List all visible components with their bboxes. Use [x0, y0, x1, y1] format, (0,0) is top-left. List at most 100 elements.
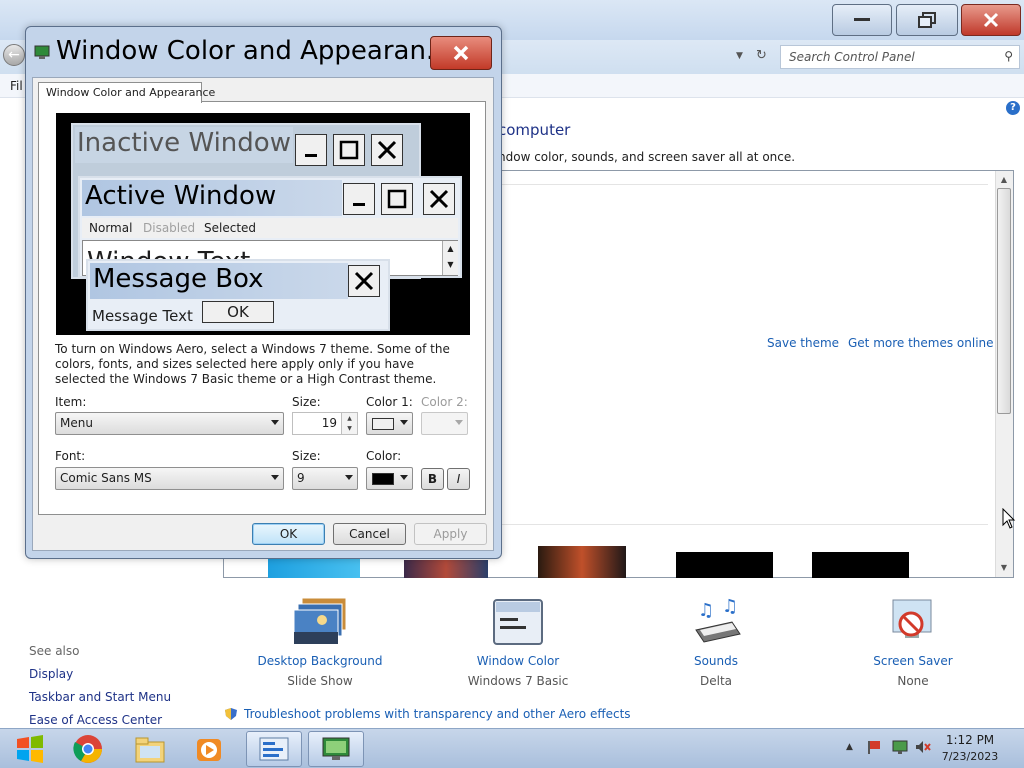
color2-label: Color 2:: [421, 395, 468, 409]
search-placeholder: Search Control Panel: [789, 50, 915, 64]
see-also-ease-of-access-link[interactable]: Ease of Access Center: [29, 713, 162, 727]
ok-button[interactable]: OK: [252, 523, 325, 545]
troubleshoot-aero-link[interactable]: Troubleshoot problems with transparency …: [244, 707, 631, 721]
close-icon: [453, 45, 469, 61]
font-select-value: Comic Sans MS: [60, 471, 152, 485]
theme-thumbnail[interactable]: [812, 552, 909, 578]
address-dropdown-icon[interactable]: ▼: [736, 51, 743, 61]
preview-maximize-icon: [333, 134, 365, 166]
control-panel-taskbar-button[interactable]: [246, 731, 302, 767]
preview-menu-disabled: Disabled: [143, 221, 196, 235]
spin-down-icon[interactable]: ▼: [341, 423, 357, 434]
chrome-taskbar-button[interactable]: [60, 731, 116, 767]
chrome-icon: [73, 735, 102, 763]
item-select[interactable]: Menu: [55, 412, 284, 435]
display-settings-icon: [322, 737, 350, 760]
clock-date[interactable]: 7/23/2023: [935, 750, 1005, 763]
see-also-display-link[interactable]: Display: [29, 667, 73, 681]
theme-thumbnail[interactable]: [676, 552, 773, 578]
sounds-option[interactable]: ♫ ♫ Sounds Delta: [646, 596, 786, 688]
restore-button[interactable]: [896, 4, 958, 36]
scroll-down-icon: ▼: [447, 260, 454, 269]
refresh-icon[interactable]: ↻: [756, 48, 767, 63]
item-size-stepper[interactable]: 19 ▲ ▼: [292, 412, 358, 435]
color2-picker: [421, 412, 468, 435]
save-theme-link[interactable]: Save theme: [767, 336, 839, 350]
font-label: Font:: [55, 449, 86, 463]
theme-thumbnail[interactable]: [404, 560, 488, 578]
restore-icon: [918, 12, 936, 28]
window-color-icon: [490, 596, 546, 648]
cancel-button[interactable]: Cancel: [333, 523, 406, 545]
page-heading: computer: [498, 121, 571, 139]
font-select[interactable]: Comic Sans MS: [55, 467, 284, 490]
help-icon[interactable]: ?: [1006, 101, 1020, 115]
dialog-app-icon: [34, 44, 50, 60]
chevron-down-icon: [455, 420, 463, 425]
search-input[interactable]: Search Control Panel ⚲: [780, 45, 1020, 69]
screen-saver-option[interactable]: Screen Saver None: [843, 596, 983, 688]
sounds-icon: ♫ ♫: [688, 596, 744, 648]
search-icon: ⚲: [1004, 49, 1013, 63]
color1-swatch: [372, 418, 394, 430]
divider: [498, 524, 988, 525]
svg-text:♫: ♫: [722, 596, 738, 617]
clock-time[interactable]: 1:12 PM: [935, 733, 1005, 747]
divider: [498, 184, 988, 185]
volume-muted-icon[interactable]: [914, 739, 932, 758]
preview-message-box-title: Message Box: [90, 263, 348, 299]
desktop-background-option[interactable]: Desktop Background Slide Show: [250, 596, 390, 688]
apply-button: Apply: [414, 523, 487, 545]
preview-menu-selected: Selected: [204, 221, 257, 235]
page-subtext: ndow color, sounds, and screen saver all…: [498, 150, 796, 164]
back-button[interactable]: ←: [3, 44, 25, 66]
minimize-button[interactable]: [832, 4, 892, 36]
theme-thumbnail[interactable]: [538, 546, 626, 578]
menu-file[interactable]: Fil: [10, 79, 23, 93]
chevron-down-icon: [400, 475, 408, 480]
chevron-down-icon: [400, 420, 408, 425]
chevron-down-icon: [345, 475, 353, 480]
tab-window-color-appearance[interactable]: Window Color and Appearance: [38, 82, 215, 103]
preview-close-icon: [423, 183, 455, 215]
dialog-close-button[interactable]: [430, 36, 492, 70]
screen-saver-icon: [885, 596, 941, 648]
font-color-picker[interactable]: [366, 467, 413, 490]
explorer-taskbar-button[interactable]: [122, 731, 178, 767]
item-size-label: Size:: [292, 395, 321, 409]
file-explorer-icon: [135, 737, 165, 763]
item-select-value: Menu: [60, 416, 93, 430]
chevron-down-icon: [271, 420, 279, 425]
scrollbar-thumb[interactable]: [997, 188, 1011, 414]
show-hidden-icons-icon[interactable]: ▲: [846, 742, 853, 752]
window-color-option[interactable]: Window Color Windows 7 Basic: [448, 596, 588, 688]
see-also-taskbar-link[interactable]: Taskbar and Start Menu: [29, 690, 171, 704]
option-title: Screen Saver: [873, 654, 953, 668]
option-title: Window Color: [476, 654, 560, 668]
color1-picker[interactable]: [366, 412, 413, 435]
scroll-down-icon[interactable]: ▼: [997, 561, 1011, 575]
preview-minimize-icon: [295, 134, 327, 166]
chevron-down-icon: [271, 475, 279, 480]
start-button[interactable]: [2, 731, 58, 767]
network-icon[interactable]: [891, 739, 909, 758]
close-button[interactable]: [961, 4, 1021, 36]
dialog-title: Window Color and Appearan...: [56, 36, 451, 66]
option-subtitle: None: [897, 674, 929, 688]
bold-button[interactable]: B: [421, 468, 444, 490]
display-taskbar-button[interactable]: [308, 731, 364, 767]
font-size-select[interactable]: 9: [292, 467, 358, 490]
get-more-themes-link[interactable]: Get more themes online: [848, 336, 994, 350]
see-also-heading: See also: [29, 644, 80, 658]
preview-close-icon: [348, 265, 380, 297]
action-center-flag-icon[interactable]: [866, 739, 882, 758]
appearance-preview[interactable]: Inactive Window Active Window Normal Dis…: [56, 113, 470, 335]
item-size-value: 19: [321, 416, 337, 430]
preview-active-title: Active Window: [82, 180, 342, 216]
media-player-taskbar-button[interactable]: [182, 731, 238, 767]
italic-button[interactable]: I: [447, 468, 470, 490]
preview-inactive-title: Inactive Window: [75, 127, 293, 163]
preview-menu-bar: [82, 218, 458, 238]
font-size-label: Size:: [292, 449, 321, 463]
scroll-up-icon[interactable]: ▲: [997, 173, 1011, 187]
